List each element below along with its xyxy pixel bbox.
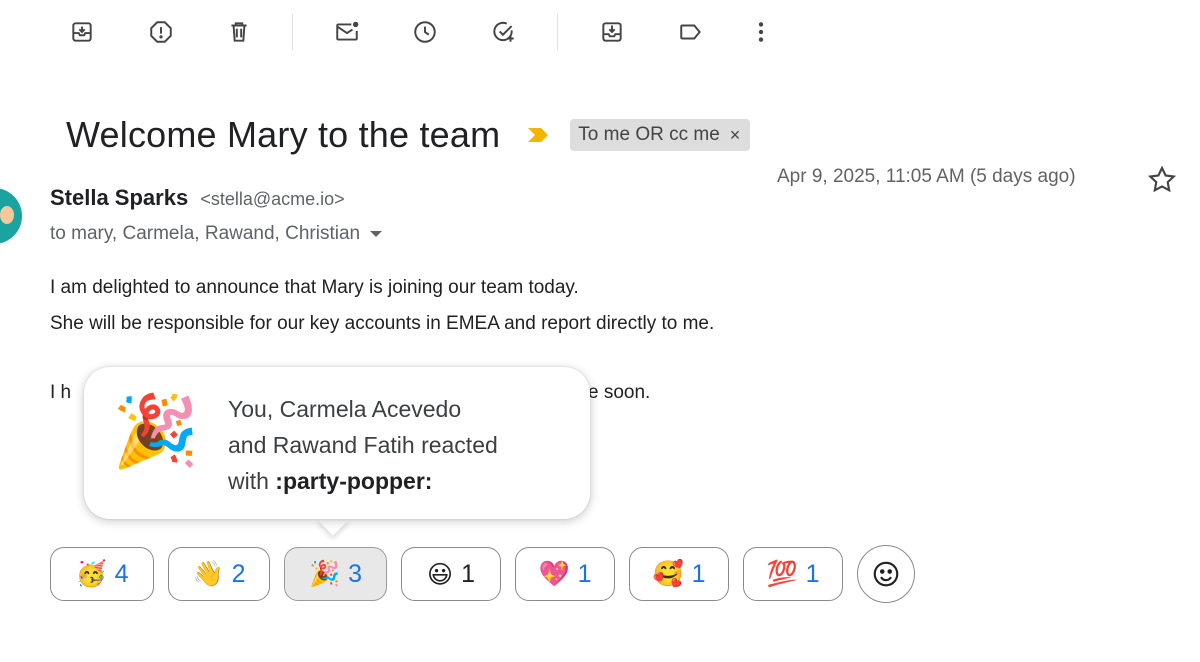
label-icon[interactable]: [673, 14, 709, 50]
show-details-icon[interactable]: [370, 231, 383, 237]
sparkling-heart-icon: 💖: [538, 559, 570, 588]
reactions-bar: 🥳 4 👋 2 🎉 3 😃 1 💖 1 🥰 1 💯 1: [50, 545, 915, 603]
email-date: Apr 9, 2025, 11:05 AM (5 days ago): [777, 166, 1076, 187]
avatar-face: [0, 206, 14, 224]
delete-icon[interactable]: [221, 14, 257, 50]
body-line-3-end: e soon.: [588, 382, 651, 403]
tooltip-emoji-code: :party-popper:: [275, 468, 433, 494]
party-popper-icon: 🎉: [308, 559, 341, 588]
reaction-count: 1: [461, 559, 475, 588]
email-subject: Welcome Mary to the team: [66, 114, 501, 155]
reaction-chip-sparkling-heart[interactable]: 💖 1: [515, 547, 615, 601]
add-reaction-icon: [873, 561, 899, 587]
report-spam-icon[interactable]: [143, 14, 179, 50]
body-line-2: She will be responsible for our key acco…: [50, 313, 715, 334]
reaction-count: 3: [348, 559, 363, 588]
importance-marker-icon[interactable]: [526, 126, 550, 144]
body-line-3-start: I h: [50, 382, 72, 403]
tooltip-line-3-prefix: with: [228, 468, 276, 494]
reaction-chip-waving-hand[interactable]: 👋 2: [168, 547, 270, 601]
star-icon[interactable]: [1146, 164, 1178, 196]
reaction-chip-hundred-points[interactable]: 💯 1: [743, 547, 843, 601]
subject-row: Welcome Mary to the team To me OR cc me …: [66, 112, 751, 158]
tooltip-line-3: with :party-popper:: [228, 463, 498, 499]
sender-name[interactable]: Stella Sparks: [50, 185, 188, 210]
avatar[interactable]: [0, 188, 22, 244]
body-line-1: I am delighted to announce that Mary is …: [50, 277, 579, 298]
reaction-tooltip: 🎉 You, Carmela Acevedo and Rawand Fatih …: [84, 367, 590, 519]
snooze-icon[interactable]: [407, 14, 443, 50]
archive-icon[interactable]: [64, 14, 100, 50]
recipients: to mary, Carmela, Rawand, Christian: [50, 223, 383, 245]
smiling-face-hearts-icon: 🥰: [652, 559, 684, 588]
hundred-points-icon: 💯: [766, 559, 798, 588]
reaction-chip-party-popper[interactable]: 🎉 3: [284, 547, 387, 601]
mark-unread-icon[interactable]: [329, 14, 365, 50]
remove-label-icon[interactable]: ×: [730, 125, 741, 146]
sender-email: <stella@acme.io>: [200, 189, 345, 209]
reaction-count: 1: [691, 559, 706, 588]
move-to-icon[interactable]: [594, 14, 630, 50]
email-toolbar: [0, 0, 1200, 64]
more-vert-icon[interactable]: [743, 14, 779, 50]
tooltip-line-2: and Rawand Fatih reacted: [228, 432, 498, 458]
toolbar-divider: [292, 14, 293, 50]
label-chip-text: To me OR cc me: [578, 124, 720, 145]
recipients-text: to mary, Carmela, Rawand, Christian: [50, 223, 361, 244]
reaction-chip-smiling-face-hearts[interactable]: 🥰 1: [629, 547, 729, 601]
smiley-icon: 😃: [427, 559, 454, 589]
reaction-chip-smiley[interactable]: 😃 1: [401, 547, 501, 601]
toolbar-divider: [557, 14, 558, 50]
party-popper-icon: 🎉: [112, 390, 200, 472]
partying-face-icon: 🥳: [75, 559, 107, 588]
waving-hand-icon: 👋: [192, 559, 224, 588]
sender: Stella Sparks <stella@acme.io>: [50, 185, 345, 211]
reaction-count: 1: [577, 559, 592, 588]
add-to-tasks-icon[interactable]: [486, 14, 522, 50]
label-chip: To me OR cc me ×: [570, 119, 751, 151]
reaction-count: 1: [805, 559, 820, 588]
add-reaction-button[interactable]: [857, 545, 915, 603]
tooltip-text: You, Carmela Acevedo and Rawand Fatih re…: [228, 391, 498, 499]
reaction-chip-partying-face[interactable]: 🥳 4: [50, 547, 154, 601]
tooltip-line-1: You, Carmela Acevedo: [228, 396, 462, 422]
reaction-count: 4: [114, 559, 129, 588]
reaction-count: 2: [231, 559, 246, 588]
